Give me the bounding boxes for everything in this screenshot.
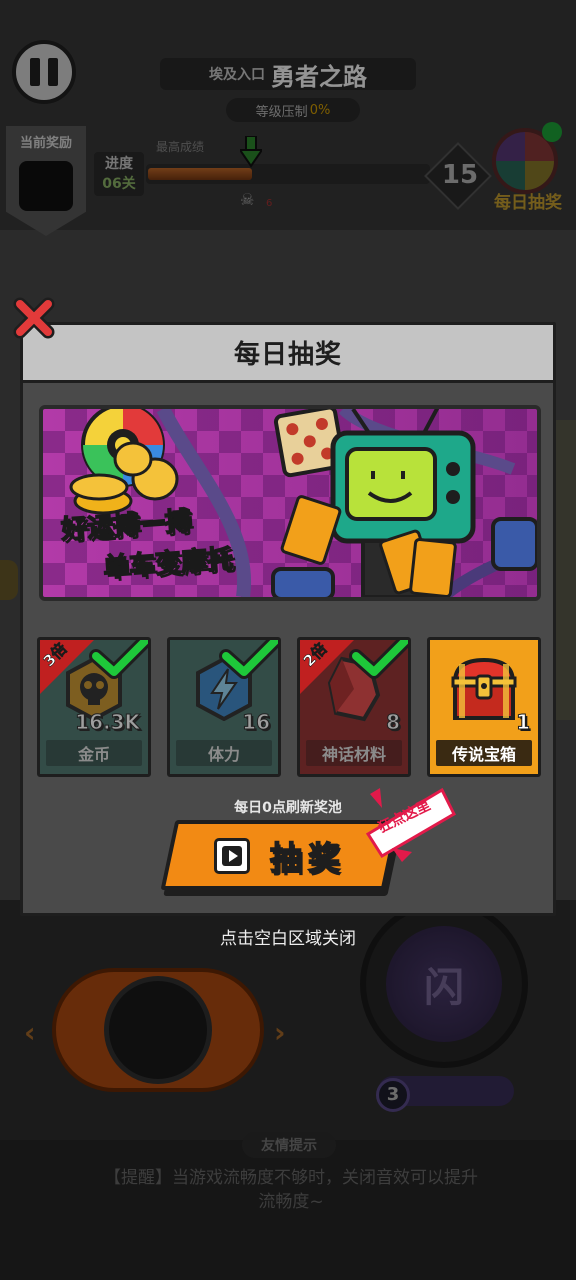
draw-button-content[interactable]: 抽奖: [214, 828, 384, 884]
treasure-chest-icon: [451, 657, 517, 720]
prize-name: 传说宝箱: [436, 740, 532, 766]
dialog-title-bar: 每日抽奖: [23, 325, 553, 383]
draw-button-label: 抽奖: [269, 838, 347, 878]
play-video-icon: [214, 838, 250, 874]
dialog-title: 每日抽奖: [233, 340, 342, 370]
refresh-note: 每日0点刷新奖池: [234, 800, 342, 816]
prize-item-myth-material[interactable]: 8 神话材料 2倍: [297, 637, 411, 777]
prize-quantity: 1: [516, 710, 531, 735]
prize-list: 16.3K 金币 3倍 16 体力 8 神话材料 2倍 1 传说宝箱: [37, 637, 543, 779]
multiplier-badge: 3倍: [40, 640, 94, 694]
prize-item-coin[interactable]: 16.3K 金币 3倍: [37, 637, 151, 777]
multiplier-badge: 2倍: [300, 640, 354, 694]
prize-item-stamina[interactable]: 16 体力: [167, 637, 281, 777]
close-hint: 点击空白区域关闭: [220, 929, 356, 949]
prize-item-legendary-chest[interactable]: 1 传说宝箱: [427, 637, 541, 777]
check-icon: [89, 640, 148, 679]
close-icon[interactable]: [12, 296, 56, 340]
lottery-banner: 好运搏一搏 单车变摩托: [39, 405, 541, 601]
check-icon: [349, 640, 408, 679]
check-icon: [219, 640, 278, 679]
